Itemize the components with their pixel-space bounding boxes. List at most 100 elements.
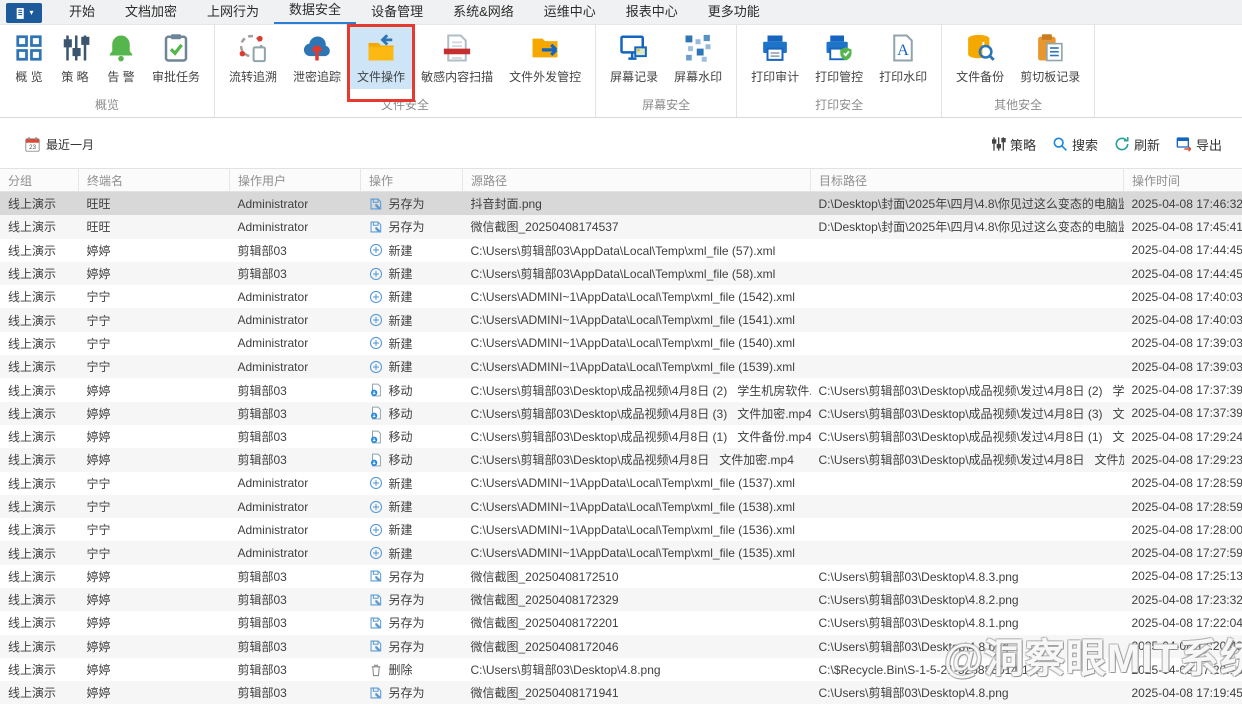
ribbon-button-label: 屏幕记录 — [610, 70, 659, 84]
filter-toolbar: 23 最近一月 策略 搜索 刷新 导出 — [0, 118, 1242, 170]
menu-item-start[interactable]: 开始 — [54, 2, 110, 24]
operation-label: 新建 — [388, 313, 413, 328]
cell-operation: 新建 — [361, 518, 463, 541]
app-window: ▾ 开始 文档加密 上网行为 数据安全 设备管理 系统&网络 运维中心 报表中心 更多功能 概 览… — [0, 0, 1242, 704]
cell-group: 线上演示 — [8, 336, 57, 351]
app-menu-button[interactable]: ▾ — [6, 3, 42, 23]
cell-operation: 删除 — [361, 658, 463, 681]
ribbon-button-screen-record[interactable]: 屏幕记录 — [603, 27, 665, 89]
table-row[interactable]: 线上演示 婷婷 剪辑部03 移动 C:\Users\剪辑部03\Desktop\… — [0, 448, 1242, 472]
table-row[interactable]: 线上演示 宁宁 Administrator 新建 C:\Users\ADMINI… — [0, 472, 1242, 495]
operation-label: 删除 — [388, 663, 413, 678]
column-header-user[interactable]: 操作用户 — [229, 168, 361, 192]
cell-time: 2025-04-08 17:20:16 — [1131, 662, 1242, 677]
menu-item-report-center[interactable]: 报表中心 — [611, 2, 693, 24]
operation-move-icon — [369, 383, 383, 397]
column-header-time[interactable]: 操作时间▼ — [1123, 168, 1242, 192]
menu-item-data-security[interactable]: 数据安全 — [274, 0, 357, 24]
cell-target-path: C:\Users\剪辑部03\Desktop\成品视频\发过\4月8日 (2) … — [818, 383, 1124, 398]
menu-item-more-features[interactable]: 更多功能 — [693, 2, 775, 24]
table-row[interactable]: 线上演示 婷婷 剪辑部03 删除 C:\Users\剪辑部03\Desktop\… — [0, 658, 1242, 681]
table-row[interactable]: 线上演示 婷婷 剪辑部03 另存为 微信截图_20250408171941 C:… — [0, 681, 1242, 704]
ribbon-button-clipboard-record[interactable]: 剪切板记录 — [1013, 27, 1087, 89]
ribbon-button-sensitive-scan[interactable]: 敏感内容扫描 — [414, 27, 500, 89]
table-row[interactable]: 线上演示 宁宁 Administrator 新建 C:\Users\ADMINI… — [0, 285, 1242, 308]
table-row[interactable]: 线上演示 宁宁 Administrator 新建 C:\Users\ADMINI… — [0, 494, 1242, 519]
table-row[interactable]: 线上演示 宁宁 Administrator 新建 C:\Users\ADMINI… — [0, 332, 1242, 355]
table-row[interactable]: 线上演示 婷婷 剪辑部03 另存为 微信截图_20250408172201 C:… — [0, 611, 1242, 634]
cell-user: 剪辑部03 — [237, 406, 287, 421]
cell-user: 剪辑部03 — [237, 453, 287, 468]
column-header-target[interactable]: 目标路径 — [810, 168, 1124, 192]
toolbar-action-label: 搜索 — [1071, 137, 1098, 153]
ribbon-button-print-watermark[interactable]: A 打印水印 — [872, 27, 934, 89]
operation-label: 另存为 — [388, 220, 425, 235]
print-audit-icon — [760, 33, 790, 63]
cell-terminal: 宁宁 — [86, 523, 111, 538]
cell-terminal: 婷婷 — [86, 267, 111, 282]
table-row[interactable]: 线上演示 宁宁 Administrator 新建 C:\Users\ADMINI… — [0, 541, 1242, 565]
column-header-terminal[interactable]: 终端名 — [78, 168, 230, 192]
cell-user: 剪辑部03 — [237, 686, 287, 701]
column-header-operation[interactable]: 操作 — [360, 168, 463, 192]
ribbon-button-flow-trace[interactable]: 流转追溯 — [222, 27, 284, 89]
ribbon-button-file-outgoing-control[interactable]: 文件外发管控 — [502, 27, 588, 89]
menu-item-system-network[interactable]: 系统&网络 — [438, 2, 529, 24]
toolbar-action-search[interactable]: 搜索 — [1052, 135, 1098, 154]
table-row[interactable]: 线上演示 婷婷 剪辑部03 另存为 微信截图_20250408172329 C:… — [0, 588, 1242, 612]
refresh-icon — [1114, 136, 1130, 152]
operation-label: 另存为 — [388, 593, 425, 608]
date-filter[interactable]: 23 最近一月 — [24, 136, 94, 153]
ribbon-button-label: 剪切板记录 — [1020, 70, 1081, 84]
table-row[interactable]: 线上演示 婷婷 剪辑部03 新建 C:\Users\剪辑部03\AppData\… — [0, 261, 1242, 286]
table-row[interactable]: 线上演示 婷婷 剪辑部03 移动 C:\Users\剪辑部03\Desktop\… — [0, 378, 1242, 401]
cell-terminal: 宁宁 — [86, 546, 111, 561]
ribbon-button-policy[interactable]: 策 略 — [53, 27, 97, 89]
table-row[interactable]: 线上演示 婷婷 剪辑部03 另存为 微信截图_20250408172046 C:… — [0, 634, 1242, 658]
cell-group: 线上演示 — [8, 546, 57, 561]
cell-source-path: 微信截图_20250408172329 — [470, 593, 619, 608]
toolbar-action-refresh[interactable]: 刷新 — [1114, 135, 1160, 154]
column-header-source[interactable]: 源路径 — [462, 168, 811, 192]
ribbon-button-label: 文件操作 — [357, 70, 406, 84]
menu-item-doc-encrypt[interactable]: 文档加密 — [110, 2, 192, 24]
cell-target-path: C:\Users\剪辑部03\Desktop\成品视频\发过\4月8日 (1) … — [818, 430, 1124, 445]
menu-item-device-mgmt[interactable]: 设备管理 — [356, 2, 438, 24]
table-row[interactable]: 线上演示 婷婷 剪辑部03 移动 C:\Users\剪辑部03\Desktop\… — [0, 425, 1242, 448]
table-row[interactable]: 线上演示 旺旺 Administrator 另存为 微信截图_202504081… — [0, 215, 1242, 239]
ribbon-button-file-operation[interactable]: 文件操作 — [347, 24, 416, 102]
ribbon-group-overview: 概 览 策 略 告 警 审批任务 概览 — [0, 25, 216, 117]
ribbon-button-alert[interactable]: 告 警 — [99, 27, 143, 89]
ribbon-button-file-backup[interactable]: 文件备份 — [949, 27, 1011, 89]
cell-user: 剪辑部03 — [237, 243, 287, 258]
cell-user: Administrator — [237, 289, 309, 304]
ribbon-button-print-control[interactable]: 打印管控 — [808, 27, 870, 89]
ribbon-button-print-audit[interactable]: 打印审计 — [744, 27, 806, 89]
ribbon-button-screen-watermark[interactable]: 屏幕水印 — [667, 27, 729, 89]
table-row[interactable]: 线上演示 宁宁 Administrator 新建 C:\Users\ADMINI… — [0, 308, 1242, 332]
table-row[interactable]: 线上演示 婷婷 剪辑部03 移动 C:\Users\剪辑部03\Desktop\… — [0, 401, 1242, 425]
table-row[interactable]: 线上演示 宁宁 Administrator 新建 C:\Users\ADMINI… — [0, 518, 1242, 541]
cell-group: 线上演示 — [8, 220, 57, 235]
toolbar-action-export[interactable]: 导出 — [1176, 135, 1222, 154]
table-row[interactable]: 线上演示 宁宁 Administrator 新建 C:\Users\ADMINI… — [0, 355, 1242, 379]
ribbon-button-leak-trace[interactable]: 泄密追踪 — [286, 27, 348, 89]
cell-user: Administrator — [237, 522, 309, 537]
ribbon-button-overview[interactable]: 概 览 — [7, 27, 51, 89]
table-row[interactable]: 线上演示 婷婷 剪辑部03 另存为 微信截图_20250408172510 C:… — [0, 565, 1242, 588]
screen-record-icon — [619, 33, 649, 63]
menu-item-net-behavior[interactable]: 上网行为 — [192, 2, 274, 24]
cell-group: 线上演示 — [8, 639, 57, 654]
column-header-group[interactable]: 分组 — [0, 168, 79, 192]
table-row[interactable]: 线上演示 婷婷 剪辑部03 新建 C:\Users\剪辑部03\AppData\… — [0, 239, 1242, 262]
cell-time: 2025-04-08 17:39:03 — [1131, 359, 1242, 374]
menu-item-ops-center[interactable]: 运维中心 — [529, 2, 611, 24]
cell-user: 剪辑部03 — [237, 569, 287, 584]
table-row[interactable]: 线上演示 旺旺 Administrator 另存为 抖音封面.png D:\De… — [0, 191, 1242, 216]
toolbar-action-policy[interactable]: 策略 — [990, 135, 1036, 154]
cell-target-path: C:\Users\剪辑部03\Desktop\4.8.png — [818, 686, 1009, 701]
operation-delete-icon — [369, 663, 383, 677]
operation-label: 新建 — [388, 476, 413, 491]
cell-terminal: 宁宁 — [86, 360, 111, 375]
ribbon-button-approval-tasks[interactable]: 审批任务 — [145, 27, 207, 89]
